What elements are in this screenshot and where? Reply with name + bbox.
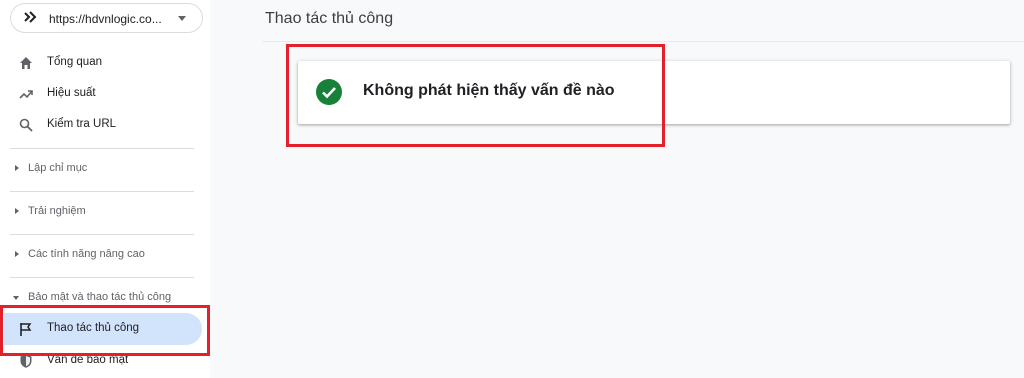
section-experience[interactable]: Trải nghiệm	[0, 200, 210, 224]
search-icon	[19, 118, 33, 132]
divider	[10, 277, 194, 278]
flag-icon	[20, 323, 32, 336]
nav-item-security-issues[interactable]: Vấn đề bảo mật	[0, 346, 210, 376]
section-enhancements[interactable]: Các tính năng nâng cao	[0, 243, 210, 267]
trending-up-icon	[19, 90, 33, 99]
header-divider	[262, 41, 1024, 42]
property-selector[interactable]: https://hdvnlogic.co...	[10, 3, 203, 33]
status-card: Không phát hiện thấy vấn đề nào	[298, 61, 1010, 124]
section-label: Lập chỉ mục	[28, 162, 88, 174]
nav-label: Kiểm tra URL	[47, 118, 117, 130]
section-indexing[interactable]: Lập chỉ mục	[0, 157, 210, 181]
section-label: Trải nghiệm	[28, 205, 86, 217]
nav-item-overview[interactable]: Tổng quan	[0, 48, 210, 78]
nav-item-manual-actions[interactable]: Thao tác thủ công	[0, 314, 210, 344]
expand-arrow-icon	[15, 208, 19, 214]
dropdown-caret-icon	[178, 16, 186, 21]
page-title: Thao tác thủ công	[265, 10, 394, 27]
shield-icon	[20, 354, 32, 368]
divider	[10, 234, 194, 235]
section-label: Các tính năng nâng cao	[28, 248, 145, 260]
nav-label: Tổng quan	[47, 56, 102, 68]
property-url: https://hdvnlogic.co...	[49, 12, 162, 26]
nav-label: Hiệu suất	[47, 87, 96, 99]
home-icon	[20, 57, 32, 69]
expand-arrow-icon	[15, 165, 19, 171]
collapse-arrow-icon	[13, 296, 19, 300]
nav-item-url-inspection[interactable]: Kiểm tra URL	[0, 110, 210, 140]
nav-label: Vấn đề bảo mật	[47, 354, 129, 366]
divider	[10, 148, 194, 149]
status-message: Không phát hiện thấy vấn đề nào	[363, 82, 615, 99]
search-console-logo-icon	[24, 11, 37, 23]
nav-item-performance[interactable]: Hiệu suất	[0, 79, 210, 109]
section-security[interactable]: Bảo mật và thao tác thủ công	[0, 286, 210, 310]
section-label: Bảo mật và thao tác thủ công	[28, 291, 172, 303]
check-circle-icon	[316, 79, 342, 105]
divider	[10, 191, 194, 192]
nav-label: Thao tác thủ công	[47, 322, 140, 334]
expand-arrow-icon	[15, 251, 19, 257]
sidebar: https://hdvnlogic.co... Tổng quan Hiệu s…	[0, 0, 210, 378]
